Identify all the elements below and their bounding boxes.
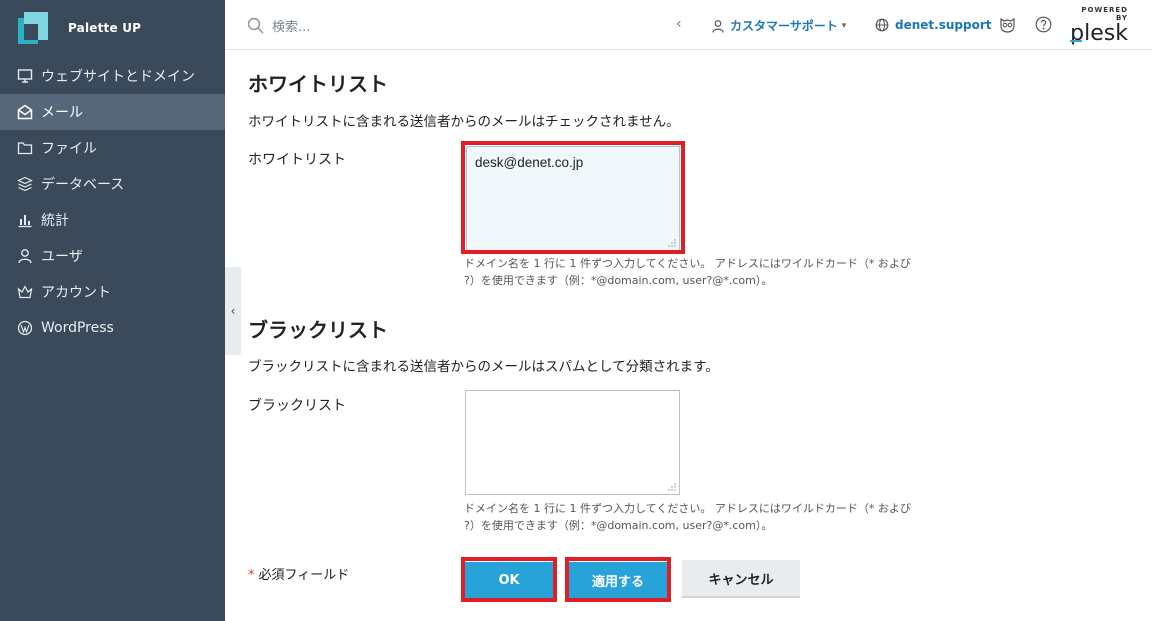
sidebar-item-users[interactable]: ユーザ	[0, 238, 225, 274]
user-icon	[712, 19, 724, 33]
sidebar: Palette UP ウェブサイトとドメイン メール ファイル データベース 統…	[0, 0, 225, 621]
cancel-button[interactable]: キャンセル	[682, 560, 800, 598]
whitelist-hint-line1: ドメイン名を 1 行に 1 件ずつ入力してください。 アドレスにはワイルドカード…	[464, 257, 911, 270]
sidebar-collapse-button[interactable]: ‹	[225, 267, 241, 355]
user-icon	[16, 248, 33, 265]
sidebar-item-databases[interactable]: データベース	[0, 166, 225, 202]
blacklist-textarea[interactable]	[465, 390, 680, 495]
brand[interactable]: Palette UP	[0, 0, 225, 58]
sidebar-item-label: ウェブサイトとドメイン	[41, 69, 195, 85]
sidebar-item-label: ユーザ	[41, 249, 83, 265]
help-icon[interactable]	[1035, 16, 1052, 33]
search-input[interactable]: 検索...	[272, 16, 310, 35]
search-box[interactable]: 検索...	[247, 16, 310, 35]
sidebar-item-mail[interactable]: メール	[0, 94, 225, 130]
plesk-powered-by: POWERED BY	[1081, 6, 1128, 22]
plesk-logo[interactable]: POWERED BY plesk	[1068, 6, 1128, 45]
chevron-down-icon: ▾	[841, 20, 847, 31]
globe-icon	[875, 18, 889, 32]
sidebar-item-label: 統計	[41, 213, 69, 229]
whitelist-hint: ドメイン名を 1 行に 1 件ずつ入力してください。 アドレスにはワイルドカード…	[464, 255, 954, 289]
sidebar-item-wordpress[interactable]: WordPress	[0, 310, 225, 346]
folder-icon	[16, 140, 33, 157]
sidebar-item-label: WordPress	[41, 320, 114, 336]
sidebar-item-label: ファイル	[41, 141, 97, 157]
sidebar-item-account[interactable]: アカウント	[0, 274, 225, 310]
owl-icon[interactable]	[999, 16, 1016, 33]
customer-support-label: カスタマーサポート	[730, 19, 838, 33]
monitor-icon	[16, 68, 33, 85]
chevron-left-icon[interactable]: ‹	[676, 16, 682, 32]
database-icon	[16, 176, 33, 193]
resize-grip-icon[interactable]	[668, 239, 676, 247]
ok-button[interactable]: OK	[465, 562, 553, 598]
blacklist-label: ブラックリスト	[248, 398, 346, 414]
sidebar-nav: ウェブサイトとドメイン メール ファイル データベース 統計 ユーザ アカウント…	[0, 58, 225, 346]
sidebar-item-statistics[interactable]: 統計	[0, 202, 225, 238]
chart-icon	[16, 212, 33, 229]
required-label: 必須フィールド	[258, 568, 350, 583]
wordpress-icon	[16, 320, 33, 337]
whitelist-textarea[interactable]: desk@denet.co.jp	[466, 146, 680, 251]
brand-name: Palette UP	[68, 21, 142, 35]
domain-label: denet.support	[895, 18, 992, 32]
customer-support-menu[interactable]: カスタマーサポート ▾	[711, 17, 846, 34]
blacklist-title: ブラックリスト	[248, 318, 388, 342]
whitelist-description: ホワイトリストに含まれる送信者からのメールはチェックされません。	[248, 114, 680, 130]
account-icon	[16, 284, 33, 301]
whitelist-label: ホワイトリスト	[248, 152, 346, 168]
resize-grip-icon[interactable]	[668, 483, 676, 491]
plesk-accent-bar	[1070, 40, 1082, 42]
required-star: *	[248, 568, 255, 583]
whitelist-hint-line2: ?）を使用できます（例：*@domain.com, user?@*.com）。	[464, 274, 773, 287]
blacklist-description: ブラックリストに含まれる送信者からのメールはスパムとして分類されます。	[248, 359, 719, 375]
blacklist-hint-line1: ドメイン名を 1 行に 1 件ずつ入力してください。 アドレスにはワイルドカード…	[464, 502, 911, 515]
domain-link[interactable]: denet.support	[875, 18, 991, 32]
sidebar-item-websites[interactable]: ウェブサイトとドメイン	[0, 58, 225, 94]
topbar: 検索... ‹ カスタマーサポート ▾ denet.support POWERE…	[225, 0, 1152, 50]
chevron-left-icon: ‹	[230, 304, 236, 318]
sidebar-item-label: メール	[41, 105, 83, 121]
search-icon	[247, 17, 264, 34]
mail-icon	[16, 104, 33, 121]
sidebar-item-label: アカウント	[41, 285, 111, 301]
brand-logo	[18, 12, 48, 44]
whitelist-value: desk@denet.co.jp	[475, 155, 584, 170]
required-note: * 必須フィールド	[248, 564, 349, 583]
blacklist-hint: ドメイン名を 1 行に 1 件ずつ入力してください。 アドレスにはワイルドカード…	[464, 500, 954, 534]
sidebar-item-files[interactable]: ファイル	[0, 130, 225, 166]
whitelist-title: ホワイトリスト	[248, 72, 388, 96]
apply-button[interactable]: 適用する	[569, 562, 667, 598]
blacklist-hint-line2: ?）を使用できます（例：*@domain.com, user?@*.com）。	[464, 519, 773, 532]
sidebar-item-label: データベース	[41, 177, 125, 193]
